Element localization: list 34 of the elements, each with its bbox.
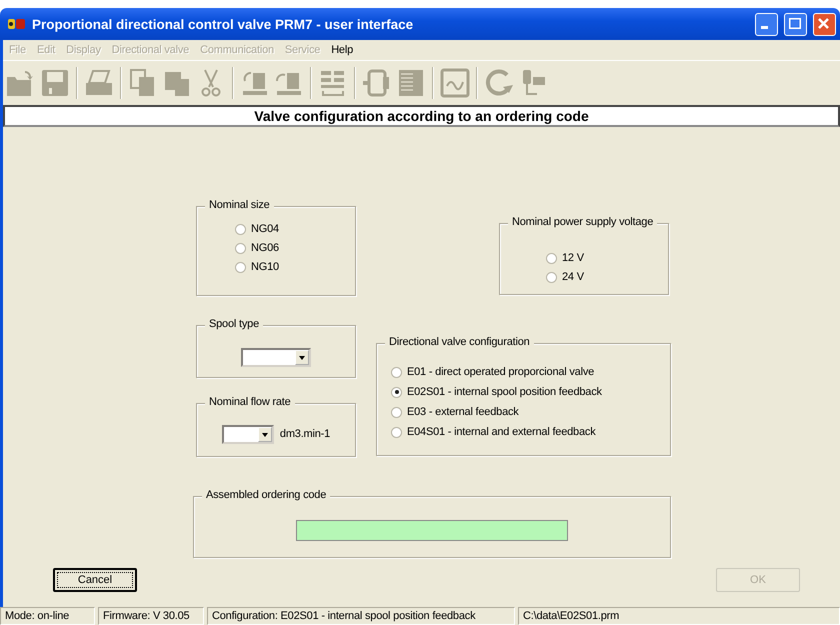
minimize-button[interactable] [755,12,778,36]
radio-option[interactable]: E03 - external feedback [391,406,670,418]
radio-option[interactable]: 24 V [546,271,668,283]
radio-option[interactable]: NG06 [235,242,355,254]
status-field: Mode: on-line [0,607,95,625]
status-field: Configuration: E02S01 - internal spool position feedback [207,607,515,625]
app-icon [8,18,26,30]
maximize-button[interactable] [784,12,807,36]
close-icon [818,18,829,28]
group-title: Nominal power supply voltage [508,216,658,228]
radio-option[interactable]: E04S01 - internal and external feedback [391,426,670,438]
dropdown-field[interactable] [241,348,311,367]
radio-option[interactable]: NG04 [235,223,355,235]
ordering-code-field[interactable] [296,520,568,541]
group-title: Directional valve configuration [385,336,534,348]
dropdown-field[interactable] [222,424,274,444]
status-field: C:\data\E02S01.prm [518,607,840,625]
radio-option[interactable]: E01 - direct operated proporcional valve [391,366,670,378]
status-field: Firmware: V 30.05 [98,607,204,625]
menu-item[interactable]: Help [331,44,354,56]
unit-label: dm3.min-1 [280,428,330,440]
group-title: Nominal size [205,199,274,211]
radio-option[interactable]: 12 V [546,252,668,264]
group-title: Spool type [205,318,263,330]
dialog-button[interactable]: Cancel [53,568,137,592]
group-title: Assembled ordering code [202,489,330,501]
section-heading: Valve configuration according to an ordering code [3,105,840,127]
close-button[interactable] [813,12,836,36]
radio-option[interactable]: E02S01 - internal spool position feedback [391,386,670,398]
group-title: Nominal flow rate [205,396,295,408]
minimize-icon [761,26,768,28]
radio-option[interactable]: NG10 [235,261,355,273]
maximize-icon [789,18,801,28]
window-title: Proportional directional control valve PRM7 - user interface [32,16,414,32]
